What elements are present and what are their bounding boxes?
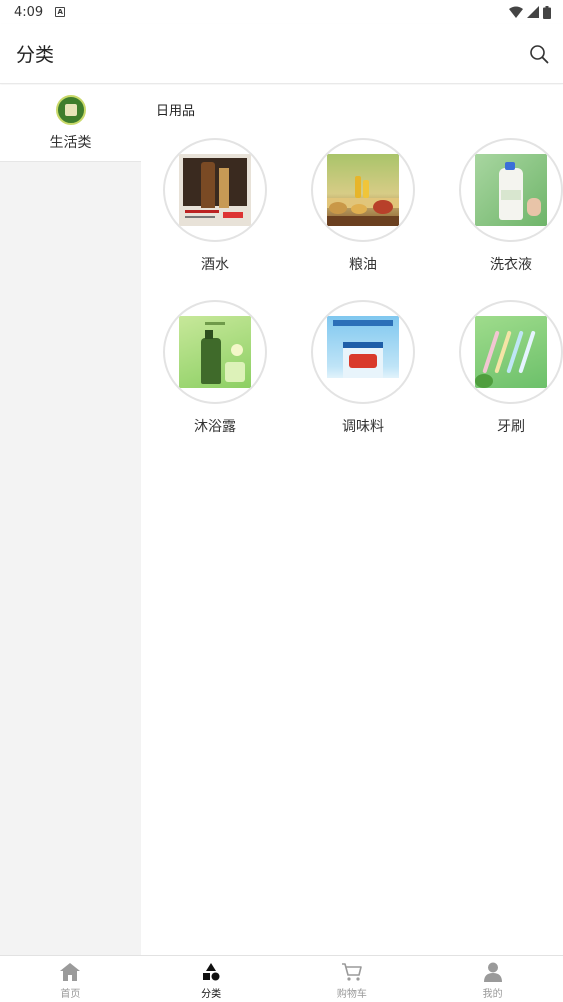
detergent-image (475, 154, 547, 226)
subcategory-item[interactable]: 牙刷 (437, 300, 563, 436)
page-title: 分类 (16, 44, 55, 66)
category-icon (200, 961, 222, 983)
subcategory-image-frame (459, 300, 563, 404)
sidebar-item-label: 生活类 (49, 134, 92, 151)
subcategory-item[interactable]: 沐浴露 (141, 300, 289, 436)
home-icon (59, 961, 81, 983)
battery-icon (543, 5, 551, 19)
person-icon (482, 961, 504, 983)
subcategory-label: 洗衣液 (490, 257, 532, 273)
subcategory-label: 沐浴露 (194, 419, 236, 435)
subcategory-image-frame (459, 138, 563, 242)
signal-icon (527, 6, 539, 18)
app-bar: 分类 (0, 24, 563, 84)
category-content: 日用品 酒水 粮油 洗衣液 沐浴露 调味料 牙刷 (141, 85, 563, 955)
status-time: 4:09 (14, 4, 44, 20)
tab-label: 分类 (201, 988, 222, 1000)
seasoning-image (327, 316, 399, 388)
category-sidebar: 生活类 (0, 85, 141, 955)
screen: 4:09 A 分类 生活类 日用品 酒水 粮油 洗衣液 沐浴露 调味料 牙刷 首… (0, 0, 563, 1002)
subcategory-item[interactable]: 洗衣液 (437, 138, 563, 274)
subcategory-item[interactable]: 酒水 (141, 138, 289, 274)
tab-cart[interactable]: 购物车 (282, 956, 423, 1002)
subcategory-image-frame (311, 138, 415, 242)
subcategory-image-frame (163, 138, 267, 242)
category-logo-icon (55, 94, 86, 125)
subcategory-image-frame (311, 300, 415, 404)
subcategory-label: 调味料 (342, 419, 384, 435)
wifi-icon (509, 6, 523, 18)
cart-icon (341, 961, 363, 983)
subcategory-item[interactable]: 粮油 (289, 138, 437, 274)
tab-category[interactable]: 分类 (141, 956, 282, 1002)
subcategory-label: 粮油 (349, 257, 377, 273)
search-icon (530, 44, 549, 63)
status-bar: 4:09 A (0, 0, 563, 24)
tab-label: 我的 (482, 988, 503, 1000)
tab-label: 购物车 (336, 988, 367, 1000)
tab-home[interactable]: 首页 (0, 956, 141, 1002)
grain-oil-image (327, 154, 399, 226)
notification-icon: A (55, 7, 66, 17)
tab-profile[interactable]: 我的 (422, 956, 563, 1002)
subcategory-label: 酒水 (201, 257, 229, 273)
tab-label: 首页 (60, 988, 81, 1000)
toothbrush-image (475, 316, 547, 388)
subcategory-image-frame (163, 300, 267, 404)
subcategory-grid: 酒水 粮油 洗衣液 沐浴露 调味料 牙刷 (141, 138, 563, 436)
bottom-tab-bar: 首页 分类 购物车 我的 (0, 955, 563, 1002)
search-button[interactable] (527, 42, 551, 66)
subcategory-label: 牙刷 (497, 419, 525, 435)
liquor-image (179, 154, 251, 226)
subcategory-item[interactable]: 调味料 (289, 300, 437, 436)
sidebar-item-life[interactable]: 生活类 (0, 85, 141, 162)
body-wash-image (179, 316, 251, 388)
section-title: 日用品 (156, 104, 196, 119)
